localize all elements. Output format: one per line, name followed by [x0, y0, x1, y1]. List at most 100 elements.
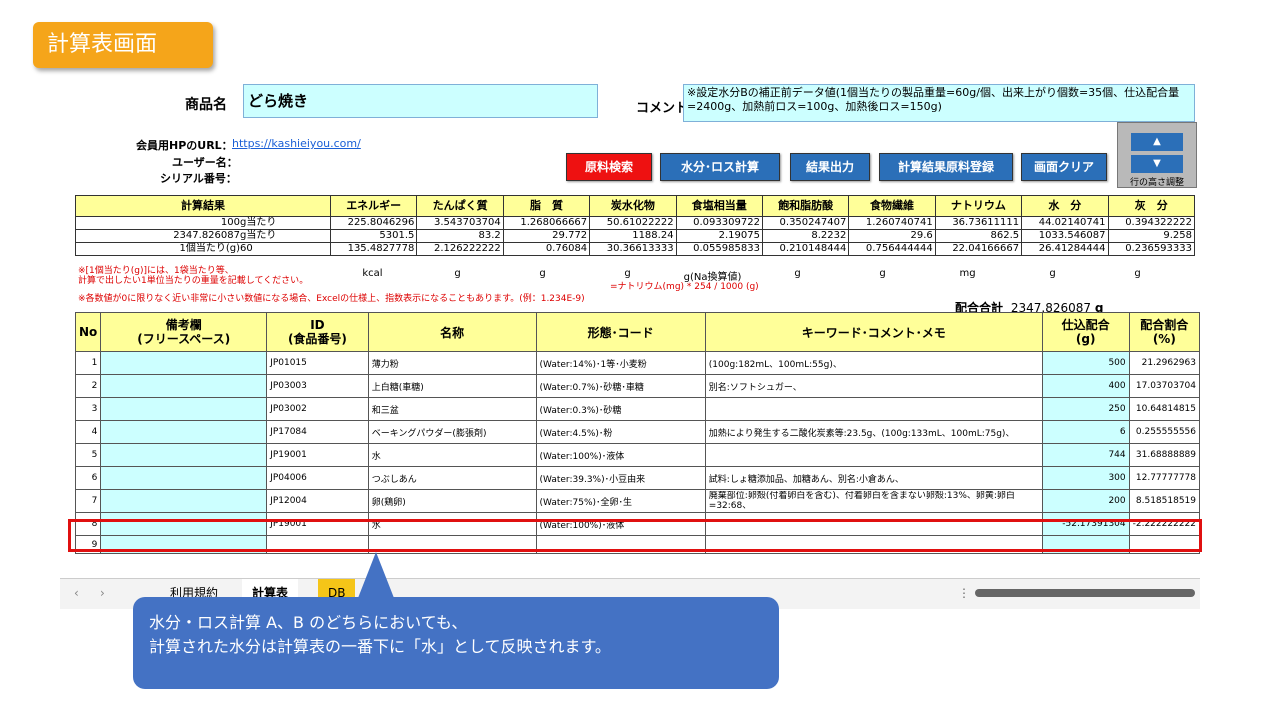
results-unit: g当たり: [240, 230, 277, 241]
row-name[interactable]: 和三盆: [367, 397, 537, 421]
table-row[interactable]: 7 JP12004 卵(鶏卵) (Water:75%)･全卵･生 廃棄部位:卵殻…: [74, 489, 1201, 513]
row-no: 2: [74, 374, 102, 398]
header-name: 名称: [367, 312, 537, 352]
row-amount[interactable]: 250: [1041, 397, 1130, 421]
row-form: (Water:75%)･全卵･生: [535, 489, 706, 513]
row-name[interactable]: 薄力粉: [367, 351, 537, 375]
row-down-button[interactable]: ▼: [1131, 155, 1183, 173]
results-value: 2.126222222: [416, 242, 504, 256]
row-no: 1: [74, 351, 102, 375]
user-name-label: ユーザー名：: [172, 156, 238, 169]
results-value: 3.543703704: [416, 216, 504, 230]
results-qty: 1個当たり(g): [179, 243, 240, 254]
horizontal-scrollbar[interactable]: [975, 589, 1195, 597]
explanation-callout: 水分・ロス計算 A、B のどちらにおいても、 計算された水分は計算表の一番下に「…: [133, 597, 779, 689]
unit-label: kcal: [362, 268, 383, 279]
row-name[interactable]: 水: [367, 443, 537, 467]
ingredient-table: No 備考欄 (フリースペース) ID (食品番号) 名称 形態･コード キーワ…: [74, 312, 1201, 554]
row-id[interactable]: JP19001: [266, 443, 369, 467]
row-name[interactable]: つぶしあん: [367, 466, 537, 490]
results-header-cell: 食物繊維: [848, 195, 936, 217]
results-row: 100g当たり 225.8046296 3.543703704 1.268066…: [75, 216, 1196, 230]
results-qty-cell[interactable]: 1個当たり(g)60: [75, 242, 331, 256]
product-name-label: 商品名: [185, 97, 227, 113]
results-value: 29.6: [848, 229, 936, 243]
member-url-link[interactable]: https://kashieiyou.com/: [232, 137, 361, 150]
result-output-button[interactable]: 結果出力: [790, 153, 870, 181]
results-value: 0.093309722: [675, 216, 763, 230]
row-name[interactable]: 卵(鶏卵): [367, 489, 537, 513]
header-id: ID (食品番号): [266, 312, 369, 352]
row-id[interactable]: JP01015: [266, 351, 369, 375]
results-value: 0.055985833: [675, 242, 763, 256]
tab-scroll-right-icon[interactable]: ›: [90, 579, 115, 607]
row-free-memo[interactable]: [100, 420, 268, 444]
row-free-memo[interactable]: [100, 466, 268, 490]
results-value: 862.5: [934, 229, 1023, 243]
results-qty-cell[interactable]: 100g当たり: [75, 216, 331, 230]
results-value: 1033.546087: [1021, 229, 1109, 243]
water-loss-calc-button[interactable]: 水分･ロス計算: [660, 153, 780, 181]
tab-scroll-left-icon[interactable]: ‹: [64, 579, 89, 607]
row-amount[interactable]: 400: [1041, 374, 1130, 398]
ingredient-search-button[interactable]: 原料検索: [566, 153, 652, 181]
row-id[interactable]: JP12004: [266, 489, 369, 513]
row-id[interactable]: JP17084: [266, 420, 369, 444]
row-name[interactable]: 上白糖(車糖): [367, 374, 537, 398]
results-header-cell: 飽和脂肪酸: [761, 195, 850, 217]
row-free-memo[interactable]: [100, 374, 268, 398]
table-row[interactable]: 3 JP03002 和三盆 (Water:0.3%)･砂糖 250 10.648…: [74, 397, 1201, 421]
row-amount[interactable]: 744: [1041, 443, 1130, 467]
row-id[interactable]: JP04006: [266, 466, 369, 490]
row-ratio: 21.2962963: [1128, 351, 1201, 375]
table-row[interactable]: 6 JP04006 つぶしあん (Water:39.3%)･小豆由来 試料:しょ…: [74, 466, 1201, 490]
unit-label: g: [1134, 268, 1141, 279]
results-table: 計算結果 エネルギー たんぱく質 脂 質 炭水化物 食塩相当量 飽和脂肪酸 食物…: [75, 195, 1196, 256]
results-value: 22.04166667: [934, 242, 1023, 256]
row-free-memo[interactable]: [100, 351, 268, 375]
table-row[interactable]: 4 JP17084 ベーキングパウダー(膨張剤) (Water:4.5%)･粉 …: [74, 420, 1201, 444]
row-amount[interactable]: 6: [1041, 420, 1130, 444]
row-ratio: 10.64814815: [1128, 397, 1201, 421]
results-header-cell: 脂 質: [502, 195, 591, 217]
note-line: ※各数値が0に限りなく近い非常に小さい数値になる場合、Excelの仕様上、指数表…: [78, 294, 585, 304]
results-header-cell: エネルギー: [329, 195, 418, 217]
header-memo-free: 備考欄 (フリースペース): [100, 312, 268, 352]
results-value: 9.258: [1107, 229, 1196, 243]
row-ratio: 31.68888889: [1128, 443, 1201, 467]
row-name[interactable]: ベーキングパウダー(膨張剤): [367, 420, 537, 444]
serial-number-label: シリアル番号：: [160, 172, 237, 185]
clear-screen-button[interactable]: 画面クリア: [1021, 153, 1107, 181]
sodium-formula-note: =ナトリウム(mg) * 254 / 1000 (g): [610, 282, 759, 292]
row-up-button[interactable]: ▲: [1131, 133, 1183, 151]
results-header-cell: 炭水化物: [589, 195, 677, 217]
row-free-memo[interactable]: [100, 397, 268, 421]
table-row[interactable]: 5 JP19001 水 (Water:100%)･液体 744 31.68888…: [74, 443, 1201, 467]
results-header-cell: ナトリウム: [934, 195, 1023, 217]
callout-pointer: [358, 552, 394, 598]
results-header-cell: 計算結果: [75, 195, 331, 217]
table-row[interactable]: 1 JP01015 薄力粉 (Water:14%)･1等･小麦粉 (100g:1…: [74, 351, 1201, 375]
row-memo: [704, 397, 1043, 421]
row-amount[interactable]: 500: [1041, 351, 1130, 375]
results-qty-cell[interactable]: 2347.826087g当たり: [75, 229, 331, 243]
row-no: 5: [74, 443, 102, 467]
row-id[interactable]: JP03003: [266, 374, 369, 398]
results-value: 0.756444444: [848, 242, 936, 256]
results-value: 36.73611111: [934, 216, 1023, 230]
product-name-input[interactable]: どら焼き: [243, 84, 598, 118]
row-height-control: ▲ ▼ 行の高さ調整: [1117, 122, 1197, 188]
row-id[interactable]: JP03002: [266, 397, 369, 421]
results-row: 2347.826087g当たり 5301.5 83.2 29.772 1188.…: [75, 229, 1196, 243]
row-amount[interactable]: 300: [1041, 466, 1130, 490]
comment-input[interactable]: ※設定水分Bの補正前データ値(1個当たりの製品重量=60g/個、出来上がり個数=…: [683, 84, 1195, 122]
table-row[interactable]: 2 JP03003 上白糖(車糖) (Water:0.7%)･砂糖･車糖 別名:…: [74, 374, 1201, 398]
row-free-memo[interactable]: [100, 489, 268, 513]
register-result-button[interactable]: 計算結果原料登録: [879, 153, 1013, 181]
row-form: (Water:14%)･1等･小麦粉: [535, 351, 706, 375]
slide-title: 計算表画面: [33, 22, 213, 68]
row-free-memo[interactable]: [100, 443, 268, 467]
results-value: 44.02140741: [1021, 216, 1109, 230]
row-form: (Water:4.5%)･粉: [535, 420, 706, 444]
row-amount[interactable]: 200: [1041, 489, 1130, 513]
